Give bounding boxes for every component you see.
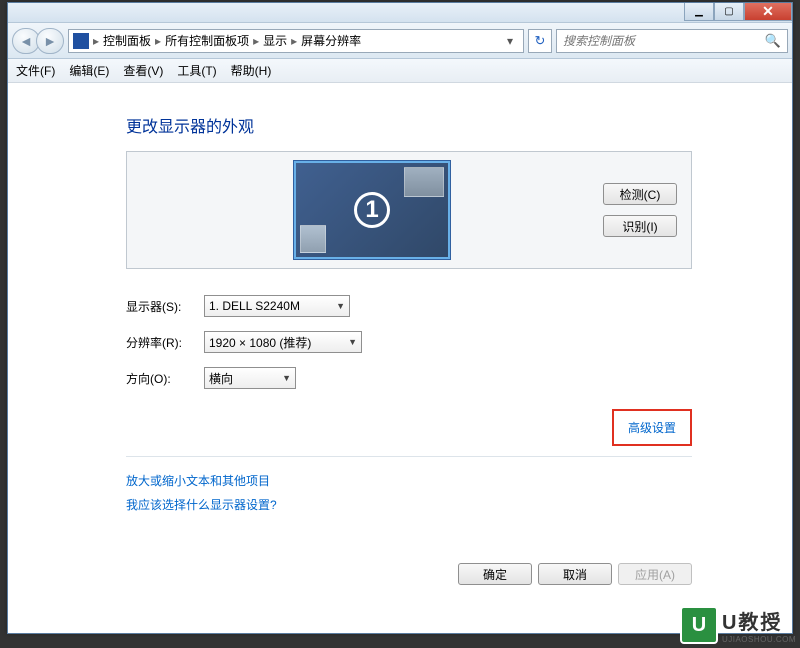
menu-edit[interactable]: 编辑(E) (69, 62, 109, 79)
preview-window-icon (300, 225, 326, 253)
text-size-link[interactable]: 放大或缩小文本和其他项目 (126, 469, 692, 493)
address-dropdown-icon[interactable]: ▾ (501, 34, 519, 48)
preview-window-icon (404, 167, 444, 197)
dialog-buttons: 确定 取消 应用(A) (126, 563, 692, 585)
detect-button[interactable]: 检测(C) (603, 183, 677, 205)
chevron-down-icon: ▼ (282, 373, 291, 383)
breadcrumb-l3[interactable]: 显示 (263, 32, 287, 49)
cancel-button[interactable]: 取消 (538, 563, 612, 585)
display-row: 显示器(S): 1. DELL S2240M ▼ (126, 295, 692, 317)
identify-button[interactable]: 识别(I) (603, 215, 677, 237)
display-label: 显示器(S): (126, 298, 204, 315)
orientation-value: 横向 (209, 370, 233, 387)
display-value: 1. DELL S2240M (209, 299, 300, 313)
which-display-link[interactable]: 我应该选择什么显示器设置? (126, 493, 692, 517)
forward-button[interactable]: ► (36, 28, 64, 54)
control-panel-icon (73, 33, 89, 49)
watermark-url: UJIAOSHOU.COM (722, 635, 796, 644)
monitor-1[interactable]: 1 (294, 161, 450, 259)
resolution-label: 分辨率(R): (126, 334, 204, 351)
monitor-number: 1 (354, 192, 390, 228)
close-icon: ✕ (762, 3, 774, 20)
orientation-label: 方向(O): (126, 370, 204, 387)
refresh-icon: ↻ (535, 33, 546, 49)
menu-tools[interactable]: 工具(T) (177, 62, 216, 79)
minimize-button[interactable]: ▁ (684, 3, 714, 21)
resolution-row: 分辨率(R): 1920 × 1080 (推荐) ▼ (126, 331, 692, 353)
breadcrumb-sep: ▸ (153, 34, 163, 48)
separator (126, 456, 692, 457)
maximize-icon: ▢ (724, 6, 733, 17)
chevron-down-icon: ▼ (336, 301, 345, 311)
maximize-button[interactable]: ▢ (714, 3, 744, 21)
address-bar[interactable]: ▸ 控制面板 ▸ 所有控制面板项 ▸ 显示 ▸ 屏幕分辨率 ▾ (68, 29, 524, 53)
monitor-preview: 1 检测(C) 识别(I) (126, 151, 692, 269)
refresh-button[interactable]: ↻ (528, 29, 552, 53)
titlebar: ▁ ▢ ✕ (8, 3, 792, 23)
resolution-select[interactable]: 1920 × 1080 (推荐) ▼ (204, 331, 362, 353)
orientation-row: 方向(O): 横向 ▼ (126, 367, 692, 389)
forward-icon: ► (43, 33, 57, 49)
search-box[interactable]: 🔍 (556, 29, 788, 53)
breadcrumb-l2[interactable]: 所有控制面板项 (165, 32, 249, 49)
ok-button[interactable]: 确定 (458, 563, 532, 585)
watermark: U教授 UJIAOSHOU.COM (676, 602, 800, 648)
minimize-icon: ▁ (695, 6, 703, 17)
close-button[interactable]: ✕ (744, 3, 792, 21)
orientation-select[interactable]: 横向 ▼ (204, 367, 296, 389)
page-title: 更改显示器的外观 (126, 113, 692, 137)
chevron-down-icon: ▼ (348, 337, 357, 347)
content-area: 更改显示器的外观 1 检测(C) 识别(I) 显示器(S): 1. DELL S… (8, 83, 792, 605)
control-panel-window: ▁ ▢ ✕ ◄ ► ▸ 控制面板 ▸ 所有控制面板项 ▸ 显示 ▸ 屏幕分辨率 … (7, 2, 793, 634)
display-select[interactable]: 1. DELL S2240M ▼ (204, 295, 350, 317)
menubar: 文件(F) 编辑(E) 查看(V) 工具(T) 帮助(H) (8, 59, 792, 83)
breadcrumb-sep: ▸ (289, 34, 299, 48)
search-input[interactable] (563, 34, 765, 48)
breadcrumb-sep: ▸ (91, 34, 101, 48)
search-icon: 🔍 (765, 33, 781, 49)
advanced-settings-link[interactable]: 高级设置 (612, 409, 692, 446)
breadcrumb-root[interactable]: 控制面板 (103, 32, 151, 49)
navbar: ◄ ► ▸ 控制面板 ▸ 所有控制面板项 ▸ 显示 ▸ 屏幕分辨率 ▾ ↻ 🔍 (8, 23, 792, 59)
watermark-logo-icon (680, 606, 718, 644)
resolution-value: 1920 × 1080 (推荐) (209, 334, 311, 351)
menu-view[interactable]: 查看(V) (123, 62, 163, 79)
menu-file[interactable]: 文件(F) (16, 62, 55, 79)
advanced-settings-wrap: 高级设置 (126, 409, 692, 446)
menu-help[interactable]: 帮助(H) (231, 62, 272, 79)
back-icon: ◄ (19, 33, 33, 49)
watermark-brand: U教授 (722, 606, 796, 635)
breadcrumb-l4[interactable]: 屏幕分辨率 (301, 32, 361, 49)
breadcrumb-sep: ▸ (251, 34, 261, 48)
apply-button: 应用(A) (618, 563, 692, 585)
help-links: 放大或缩小文本和其他项目 我应该选择什么显示器设置? (126, 469, 692, 517)
